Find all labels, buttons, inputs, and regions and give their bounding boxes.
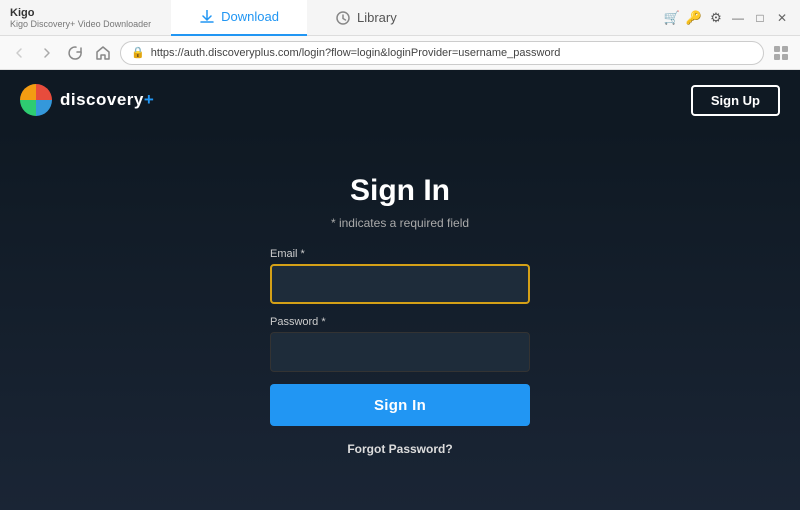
clock-icon [335,10,351,26]
signup-button[interactable]: Sign Up [691,85,780,116]
app-info: Kigo Kigo Discovery+ Video Downloader [10,7,151,29]
password-input[interactable] [270,332,530,372]
discovery-logo: discovery+ [20,84,154,116]
logo-icon [20,84,52,116]
home-button[interactable] [92,42,114,64]
maximize-button[interactable]: □ [752,10,768,26]
lock-icon: 🔒 [131,46,145,59]
signin-title: Sign In [350,174,450,208]
email-input[interactable] [270,264,530,304]
refresh-button[interactable] [64,42,86,64]
main-content: Sign In * indicates a required field Ema… [0,130,800,510]
url-bar[interactable]: 🔒 https://auth.discoveryplus.com/login?f… [120,41,764,65]
signin-submit-button[interactable]: Sign In [270,384,530,426]
forgot-password-link[interactable]: Forgot Password? [270,442,530,456]
key-icon[interactable]: 🔑 [686,10,702,26]
required-note: * indicates a required field [331,216,469,230]
password-field-group: Password * [270,316,530,372]
tab-download-label: Download [221,9,279,24]
email-field-group: Email * [270,248,530,304]
minimize-button[interactable]: — [730,10,746,26]
back-button[interactable] [8,42,30,64]
tab-bar: Download Library [171,0,664,35]
tab-library[interactable]: Library [307,0,425,36]
address-bar: 🔒 https://auth.discoveryplus.com/login?f… [0,36,800,70]
title-bar: Kigo Kigo Discovery+ Video Downloader Do… [0,0,800,36]
browser-content: discovery+ Sign Up Sign In * indicates a… [0,70,800,510]
password-label: Password * [270,316,530,328]
close-button[interactable]: ✕ [774,10,790,26]
app-subtitle: Kigo Discovery+ Video Downloader [10,19,151,29]
cart-icon[interactable]: 🛒 [664,10,680,26]
app-title: Kigo [10,7,151,19]
download-icon [199,9,215,25]
window-controls: 🛒 🔑 ⚙ — □ ✕ [664,10,790,26]
settings-icon[interactable]: ⚙ [708,10,724,26]
tab-library-label: Library [357,10,397,25]
email-label: Email * [270,248,530,260]
forward-button[interactable] [36,42,58,64]
discovery-header: discovery+ Sign Up [0,70,800,130]
logo-text: discovery+ [60,90,154,110]
tab-download[interactable]: Download [171,0,307,36]
extensions-icon[interactable] [770,42,792,64]
signin-form: Email * Password * Sign In Forgot Passwo… [270,248,530,456]
url-text: https://auth.discoveryplus.com/login?flo… [151,47,561,59]
